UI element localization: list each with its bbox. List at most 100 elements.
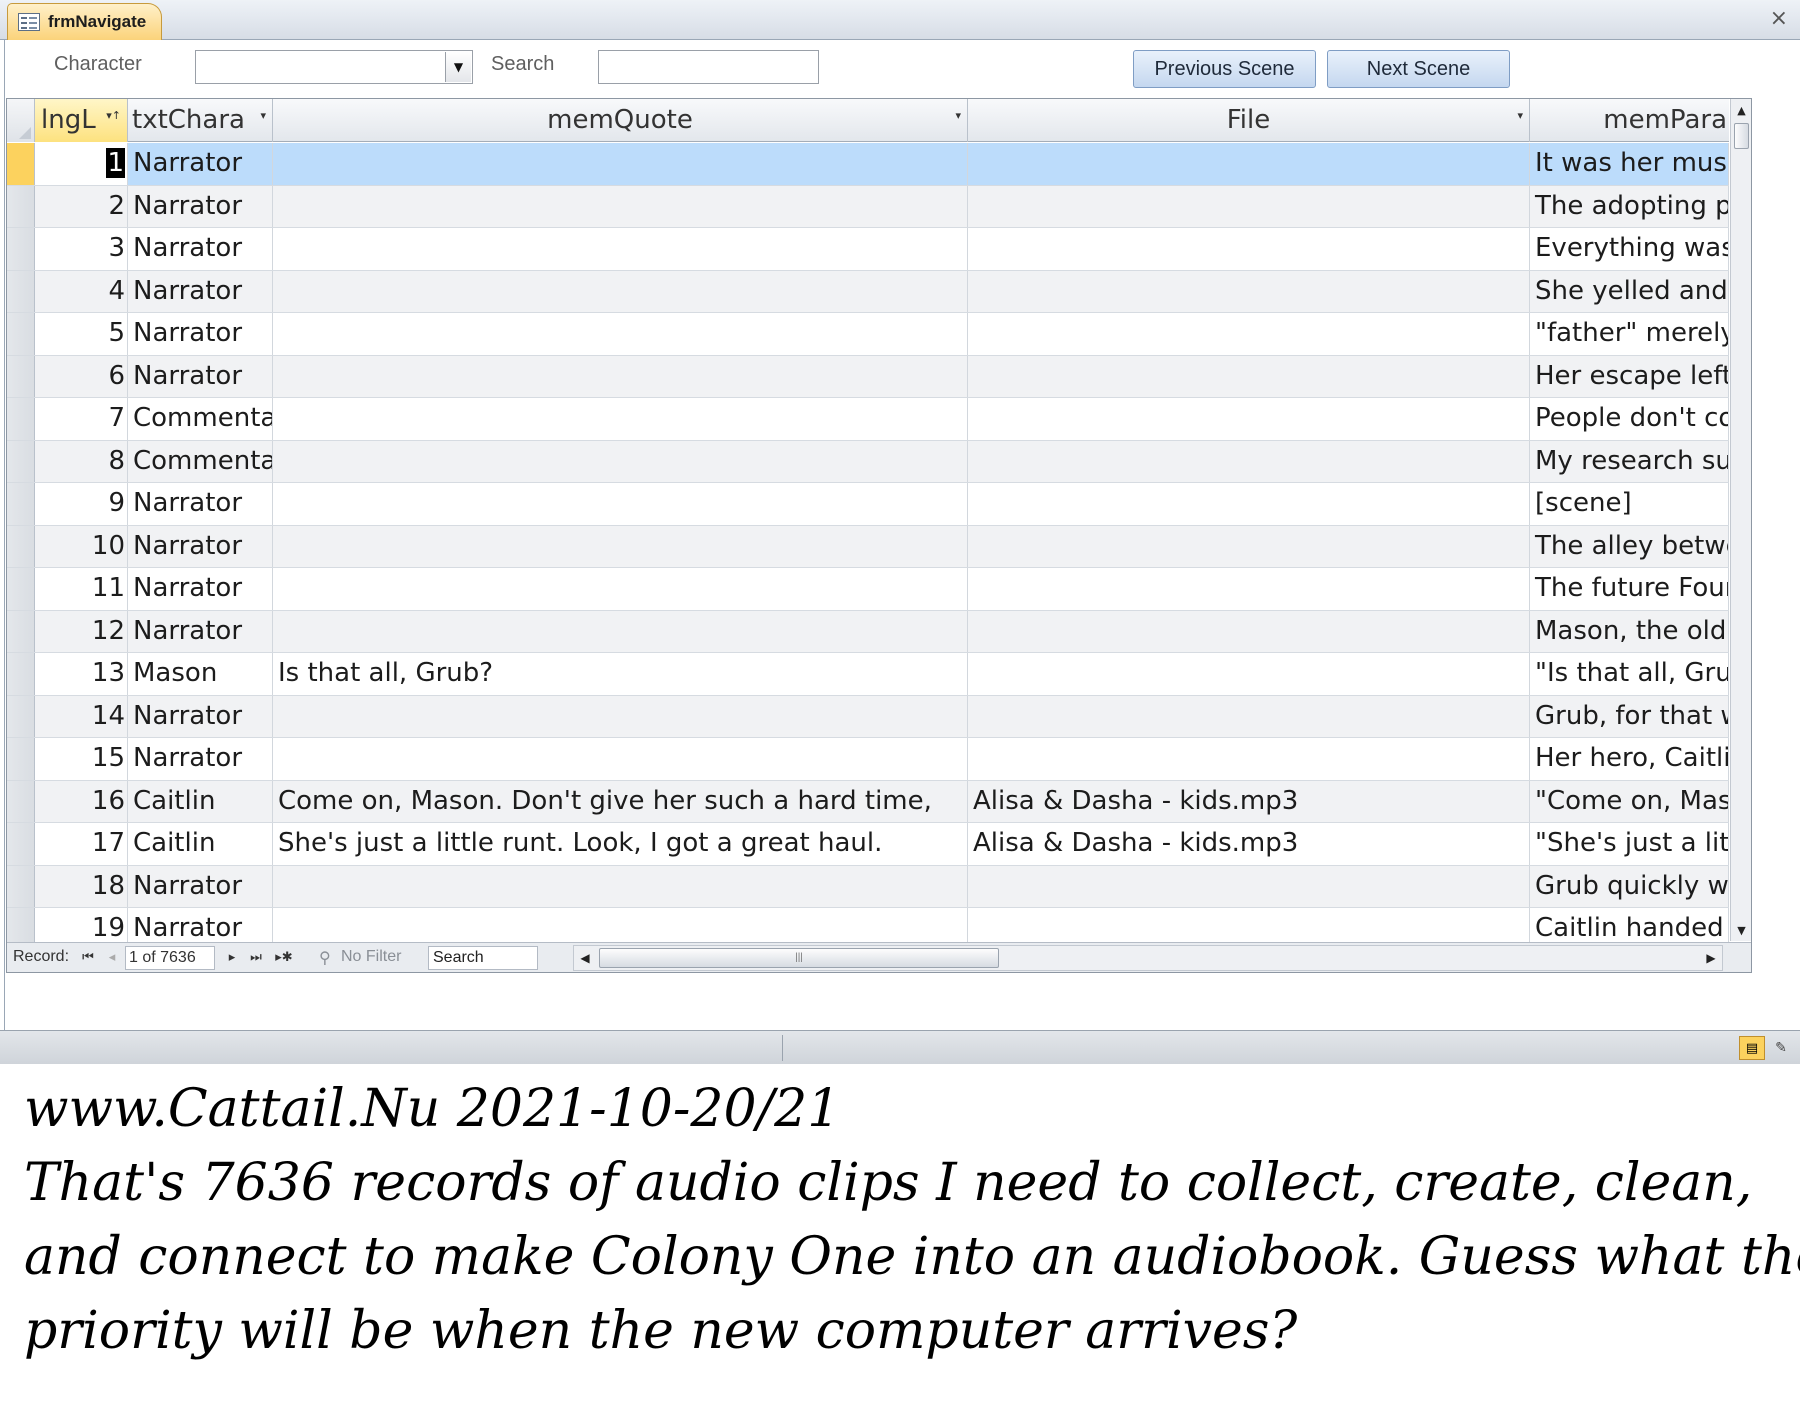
cell-para[interactable]: She yelled and <box>1530 270 1729 312</box>
vertical-scroll-thumb[interactable] <box>1734 123 1749 149</box>
cell-character[interactable]: Commenta <box>128 398 273 440</box>
column-header-lngl[interactable]: lngL ▾↑ <box>35 99 128 142</box>
vertical-scrollbar[interactable]: ▲ ▼ <box>1730 99 1751 941</box>
cell-quote[interactable] <box>273 865 968 907</box>
chevron-down-icon[interactable]: ▼ <box>445 52 471 82</box>
cell-character[interactable]: Narrator <box>128 185 273 227</box>
cell-para[interactable]: Her hero, Caitlin <box>1530 738 1729 780</box>
select-all-corner[interactable] <box>7 99 35 142</box>
search-input[interactable] <box>598 50 819 84</box>
cell-para[interactable]: The alley betwe <box>1530 525 1729 567</box>
no-filter-toggle[interactable]: No Filter <box>341 948 401 966</box>
cell-file[interactable] <box>968 610 1530 652</box>
cell-character[interactable]: Narrator <box>128 228 273 270</box>
cell-character[interactable]: Narrator <box>128 568 273 610</box>
table-row[interactable]: 5 Narrator "father" merely <box>7 313 1729 356</box>
cell-character[interactable]: Narrator <box>128 313 273 355</box>
cell-lngl[interactable]: 14 <box>35 695 128 737</box>
cell-quote[interactable] <box>273 398 968 440</box>
cell-character[interactable]: Narrator <box>128 143 273 185</box>
cell-file[interactable] <box>968 440 1530 482</box>
cell-lngl[interactable]: 17 <box>35 823 128 865</box>
next-record-icon[interactable]: ▸ <box>223 946 241 968</box>
cell-file[interactable] <box>968 695 1530 737</box>
cell-file[interactable]: Alisa & Dasha - kids.mp3 <box>968 823 1530 865</box>
cell-file[interactable] <box>968 483 1530 525</box>
column-header-memquote[interactable]: memQuote ▾ <box>273 99 968 142</box>
table-row[interactable]: 11 Narrator The future Four <box>7 568 1729 611</box>
record-selector[interactable] <box>7 398 35 440</box>
navigation-search-box[interactable]: Search <box>428 946 538 970</box>
cell-para[interactable]: The adopting pa <box>1530 185 1729 227</box>
cell-character[interactable]: Caitlin <box>128 780 273 822</box>
cell-para[interactable]: My research su <box>1530 440 1729 482</box>
cell-para[interactable]: "Is that all, Grub <box>1530 653 1729 695</box>
cell-para[interactable]: Grub, for that w <box>1530 695 1729 737</box>
table-row[interactable]: 15 Narrator Her hero, Caitlin <box>7 738 1729 781</box>
cell-lngl[interactable]: 10 <box>35 525 128 567</box>
cell-character[interactable]: Caitlin <box>128 823 273 865</box>
record-selector[interactable] <box>7 440 35 482</box>
record-selector[interactable] <box>7 738 35 780</box>
cell-quote[interactable]: She's just a little runt. Look, I got a … <box>273 823 968 865</box>
cell-lngl[interactable]: 8 <box>35 440 128 482</box>
close-icon[interactable]: × <box>1770 6 1788 32</box>
cell-para[interactable]: Her escape left <box>1530 355 1729 397</box>
cell-lngl[interactable]: 4 <box>35 270 128 312</box>
last-record-icon[interactable]: ⏭ <box>247 946 265 968</box>
cell-para[interactable]: Everything was <box>1530 228 1729 270</box>
record-selector[interactable] <box>7 610 35 652</box>
cell-para[interactable]: [scene] <box>1530 483 1729 525</box>
new-record-icon[interactable]: ▸✱ <box>271 946 297 968</box>
record-selector[interactable] <box>7 143 35 185</box>
cell-quote[interactable] <box>273 440 968 482</box>
record-selector[interactable] <box>7 483 35 525</box>
cell-para[interactable]: Mason, the old <box>1530 610 1729 652</box>
cell-file[interactable] <box>968 398 1530 440</box>
table-row[interactable]: 16 Caitlin Come on, Mason. Don't give her … <box>7 780 1729 823</box>
cell-lngl[interactable]: 12 <box>35 610 128 652</box>
current-record-field[interactable]: 1 of 7636 <box>125 946 215 970</box>
scroll-down-icon[interactable]: ▼ <box>1731 919 1751 941</box>
cell-quote[interactable] <box>273 270 968 312</box>
cell-lngl[interactable]: 15 <box>35 738 128 780</box>
cell-para[interactable]: "father" merely <box>1530 313 1729 355</box>
cell-quote[interactable] <box>273 313 968 355</box>
table-row[interactable]: 6 Narrator Her escape left <box>7 355 1729 398</box>
cell-file[interactable] <box>968 738 1530 780</box>
record-selector[interactable] <box>7 865 35 907</box>
next-scene-button[interactable]: Next Scene <box>1327 50 1510 88</box>
cell-character[interactable]: Narrator <box>128 865 273 907</box>
cell-file[interactable] <box>968 270 1530 312</box>
cell-quote[interactable] <box>273 525 968 567</box>
cell-quote[interactable] <box>273 483 968 525</box>
cell-character[interactable]: Commenta <box>128 440 273 482</box>
cell-para[interactable]: Grub quickly wi <box>1530 865 1729 907</box>
cell-lngl[interactable]: 16 <box>35 780 128 822</box>
cell-para[interactable]: "Come on, Mas <box>1530 780 1729 822</box>
scroll-left-icon[interactable]: ◀ <box>574 947 596 969</box>
cell-quote[interactable] <box>273 185 968 227</box>
cell-lngl[interactable]: 5 <box>35 313 128 355</box>
record-selector[interactable] <box>7 228 35 270</box>
design-view-icon[interactable]: ✎ <box>1769 1036 1793 1060</box>
cell-file[interactable] <box>968 228 1530 270</box>
cell-para[interactable]: It was her musi <box>1530 143 1729 185</box>
cell-quote[interactable] <box>273 228 968 270</box>
cell-character[interactable]: Narrator <box>128 270 273 312</box>
cell-character[interactable]: Narrator <box>128 355 273 397</box>
filter-icon[interactable]: ⚲ <box>319 948 331 968</box>
scroll-right-icon[interactable]: ▶ <box>1700 947 1722 969</box>
cell-character[interactable]: Narrator <box>128 525 273 567</box>
table-row[interactable]: 9 Narrator [scene] <box>7 483 1729 526</box>
cell-lngl[interactable]: 6 <box>35 355 128 397</box>
cell-quote[interactable]: Come on, Mason. Don't give her such a ha… <box>273 780 968 822</box>
cell-quote[interactable] <box>273 695 968 737</box>
table-row[interactable]: 1 Narrator It was her musi <box>7 143 1729 186</box>
cell-file[interactable] <box>968 355 1530 397</box>
cell-file[interactable] <box>968 143 1530 185</box>
record-selector[interactable] <box>7 185 35 227</box>
record-selector[interactable] <box>7 355 35 397</box>
cell-lngl[interactable]: 3 <box>35 228 128 270</box>
table-row[interactable]: 13 Mason Is that all, Grub? "Is that all, G… <box>7 653 1729 696</box>
